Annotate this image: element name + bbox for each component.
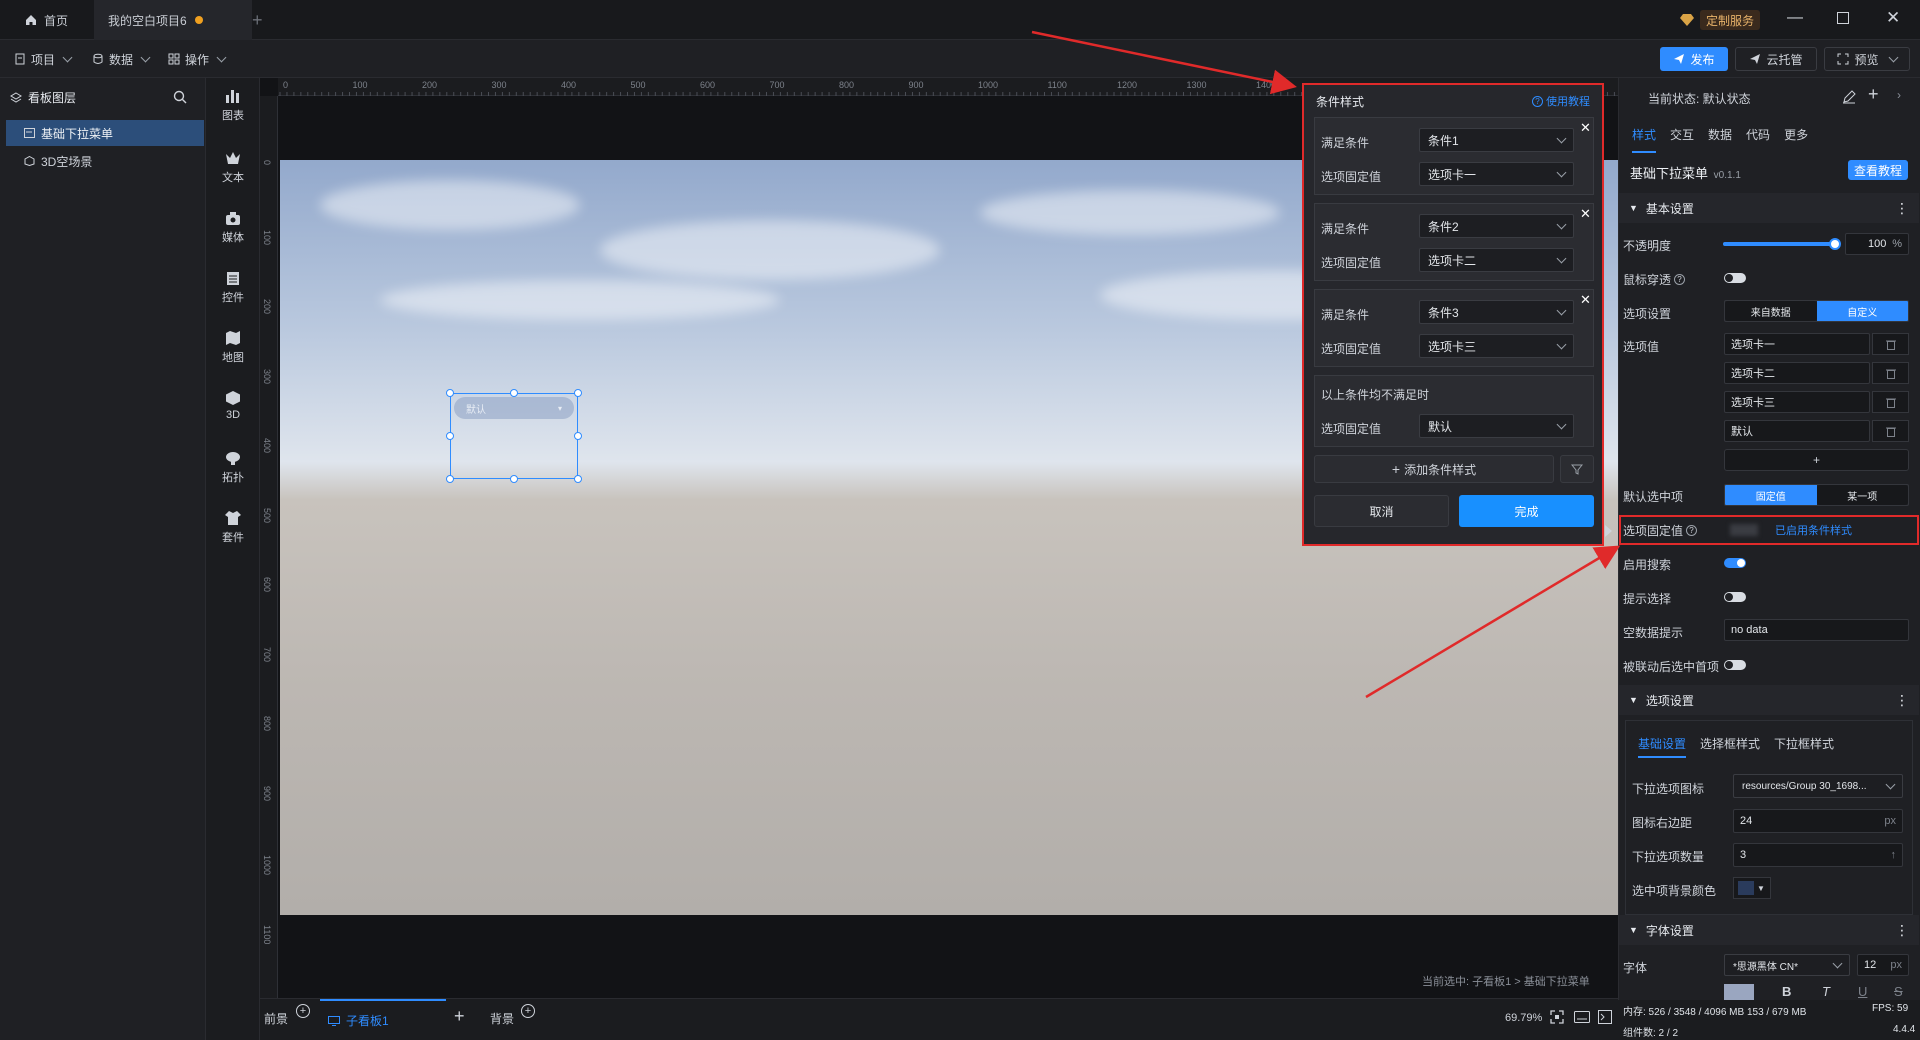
annotation-arrows	[1031, 30, 1621, 699]
arrow-to-popup	[1031, 30, 1297, 95]
arrow-to-fixed-value	[1365, 545, 1621, 699]
